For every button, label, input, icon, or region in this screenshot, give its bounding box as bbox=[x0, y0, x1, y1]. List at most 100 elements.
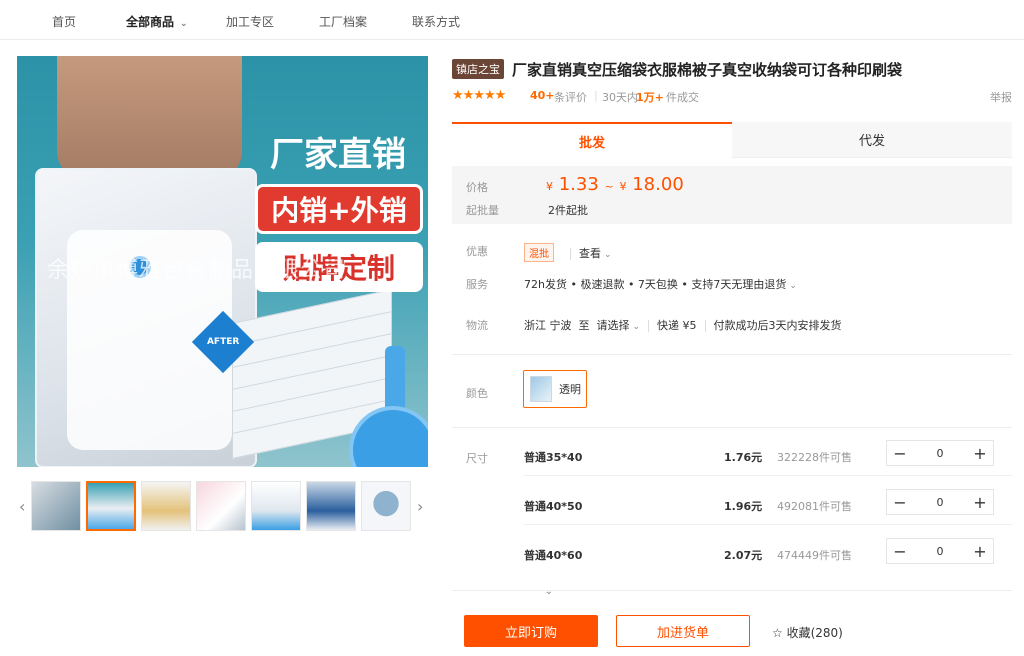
plus-icon[interactable]: + bbox=[967, 493, 993, 512]
size-price: 1.76元 bbox=[724, 451, 763, 464]
sold-prefix: 30天内 bbox=[602, 91, 638, 104]
title-row: 镇店之宝 厂家直销真空压缩袋衣服棉被子真空收纳袋可订各种印刷袋 bbox=[452, 58, 1012, 80]
size-price: 1.96元 bbox=[724, 500, 763, 513]
price-box: 价格 ¥ 1.33 ~ ¥ 18.00 起批量 2件起批 bbox=[452, 166, 1012, 224]
divider bbox=[452, 354, 1012, 355]
quantity-input[interactable]: 0 bbox=[913, 545, 967, 558]
size-row: 普通40*50 1.96元 492081件可售 − 0 + bbox=[452, 485, 1012, 525]
favorite-count: 收藏(280) bbox=[786, 626, 843, 640]
image-watermark: 余姚市博雅包装制品有限公司 bbox=[47, 258, 347, 283]
rating-label: 条评价 bbox=[554, 91, 587, 104]
chevron-down-icon: ⌄ bbox=[604, 250, 612, 260]
shipping-fee: 快递 ¥5 bbox=[657, 319, 697, 332]
chevron-left-icon[interactable]: ‹ bbox=[19, 497, 25, 516]
minus-icon[interactable]: − bbox=[887, 444, 913, 463]
thumbnail[interactable] bbox=[196, 481, 246, 531]
nav-contact[interactable]: 联系方式 bbox=[412, 13, 460, 30]
main-product-image[interactable]: AFTER 厂家直销 内销+外销 贴牌定制 余姚市博雅包装制品有限公司 bbox=[17, 56, 428, 467]
view-promo-link[interactable]: 查看 bbox=[579, 247, 601, 260]
size-stock: 474449件可售 bbox=[777, 549, 852, 562]
top-nav: 首页 全部商品 ⌄ 加工专区 工厂档案 联系方式 bbox=[0, 0, 1024, 40]
origin-city: 浙江 宁波 bbox=[524, 319, 572, 332]
tab-dropship[interactable]: 代发 bbox=[732, 122, 1012, 158]
color-option-transparent[interactable]: 透明 bbox=[523, 370, 587, 408]
rating-row: ★★★★★ 40+ 条评价 | 30天内 1万+ 件成交 举报 bbox=[452, 88, 1012, 105]
thumbnail-strip: ‹ › bbox=[17, 481, 428, 531]
size-price: 2.07元 bbox=[724, 549, 763, 562]
nav-all-products-label: 全部商品 bbox=[126, 15, 175, 29]
quantity-stepper: − 0 + bbox=[886, 489, 994, 515]
service-label: 服务 bbox=[466, 278, 488, 291]
image-person-figure bbox=[57, 56, 242, 181]
thumbnail[interactable] bbox=[141, 481, 191, 531]
quantity-input[interactable]: 0 bbox=[913, 447, 967, 460]
thumbnail[interactable] bbox=[251, 481, 301, 531]
image-banner-domestic-export: 内销+外销 bbox=[255, 184, 423, 234]
quantity-stepper: − 0 + bbox=[886, 440, 994, 466]
size-name: 普通40*50 bbox=[524, 500, 583, 513]
add-to-cart-button[interactable]: 加进货单 bbox=[616, 615, 750, 647]
size-row: 普通35*40 1.76元 322228件可售 − 0 + bbox=[452, 436, 1012, 476]
color-swatch bbox=[530, 376, 552, 402]
quantity-input[interactable]: 0 bbox=[913, 496, 967, 509]
logistics-label: 物流 bbox=[466, 319, 488, 332]
shipping-note: 付款成功后3天内安排发货 bbox=[713, 319, 842, 332]
thumbnail[interactable] bbox=[31, 481, 81, 531]
nav-all-products[interactable]: 全部商品 ⌄ bbox=[126, 13, 188, 30]
divider bbox=[452, 590, 1012, 591]
minus-icon[interactable]: − bbox=[887, 542, 913, 561]
nav-home[interactable]: 首页 bbox=[52, 13, 76, 30]
divider bbox=[452, 427, 1012, 428]
color-label: 颜色 bbox=[466, 387, 488, 400]
promo-label: 优惠 bbox=[466, 245, 488, 258]
chevron-down-icon: ⌄ bbox=[789, 281, 797, 291]
chevron-right-icon[interactable]: › bbox=[417, 497, 423, 516]
service-value[interactable]: 72h发货 • 极速退款 • 7天包换 • 支持7天无理由退货 ⌄ bbox=[524, 276, 797, 292]
nav-factory-profile[interactable]: 工厂档案 bbox=[319, 13, 367, 30]
sold-count: 1万+ bbox=[636, 91, 664, 104]
tab-wholesale[interactable]: 批发 bbox=[452, 122, 732, 158]
expand-chevron-icon[interactable]: ⌄ bbox=[540, 586, 558, 597]
logistics-value: 浙江 宁波 至 请选择 ⌄ 快递 ¥5 付款成功后3天内安排发货 bbox=[524, 319, 842, 332]
minus-icon[interactable]: − bbox=[887, 493, 913, 512]
divider bbox=[524, 475, 1012, 476]
purchase-tabs: 批发 代发 bbox=[452, 122, 1012, 158]
plus-icon[interactable]: + bbox=[967, 444, 993, 463]
thumbnail[interactable] bbox=[361, 481, 411, 531]
size-name: 普通40*60 bbox=[524, 549, 583, 562]
mixed-batch-badge: 混批 bbox=[524, 243, 554, 262]
moq-value: 2件起批 bbox=[548, 204, 588, 217]
promo-row: 优惠 混批 查看 ⌄ bbox=[452, 243, 1012, 262]
moq-label: 起批量 bbox=[466, 204, 499, 217]
size-row: 普通40*60 2.07元 474449件可售 − 0 + bbox=[452, 534, 1012, 574]
thumbnail[interactable] bbox=[86, 481, 136, 531]
logistics-row: 物流 浙江 宁波 至 请选择 ⌄ 快递 ¥5 付款成功后3天内安排发货 bbox=[452, 317, 1012, 333]
star-outline-icon: ☆ bbox=[772, 626, 783, 640]
rating-count[interactable]: 40+ bbox=[530, 89, 555, 102]
thumbnail[interactable] bbox=[306, 481, 356, 531]
quantity-stepper: − 0 + bbox=[886, 538, 994, 564]
chevron-down-icon: ⌄ bbox=[180, 19, 188, 29]
size-name: 普通35*40 bbox=[524, 451, 583, 464]
star-rating-icon: ★★★★★ bbox=[452, 88, 506, 103]
promo-value: 混批 查看 ⌄ bbox=[524, 243, 612, 262]
nav-processing[interactable]: 加工专区 bbox=[226, 13, 274, 30]
size-stock: 492081件可售 bbox=[777, 500, 852, 513]
size-stock: 322228件可售 bbox=[777, 451, 852, 464]
price-label: 价格 bbox=[466, 181, 488, 194]
price-range: ¥ 1.33 ~ ¥ 18.00 bbox=[546, 174, 684, 195]
report-link[interactable]: 举报 bbox=[990, 89, 1012, 105]
order-now-button[interactable]: 立即订购 bbox=[464, 615, 598, 647]
plus-icon[interactable]: + bbox=[967, 542, 993, 561]
color-option-label: 透明 bbox=[559, 383, 581, 396]
destination-select[interactable]: 请选择 bbox=[597, 319, 630, 332]
image-banner-direct-sale: 厂家直销 bbox=[270, 134, 406, 175]
service-row: 服务 72h发货 • 极速退款 • 7天包换 • 支持7天无理由退货 ⌄ bbox=[452, 276, 1012, 292]
separator: | bbox=[594, 89, 598, 102]
favorite-button[interactable]: ☆ 收藏(280) bbox=[772, 624, 843, 641]
divider bbox=[524, 524, 1012, 525]
shop-treasure-badge: 镇店之宝 bbox=[452, 59, 504, 79]
product-title: 厂家直销真空压缩袋衣服棉被子真空收纳袋可订各种印刷袋 bbox=[512, 60, 903, 79]
chevron-down-icon: ⌄ bbox=[632, 322, 641, 332]
sold-suffix: 件成交 bbox=[666, 91, 699, 104]
